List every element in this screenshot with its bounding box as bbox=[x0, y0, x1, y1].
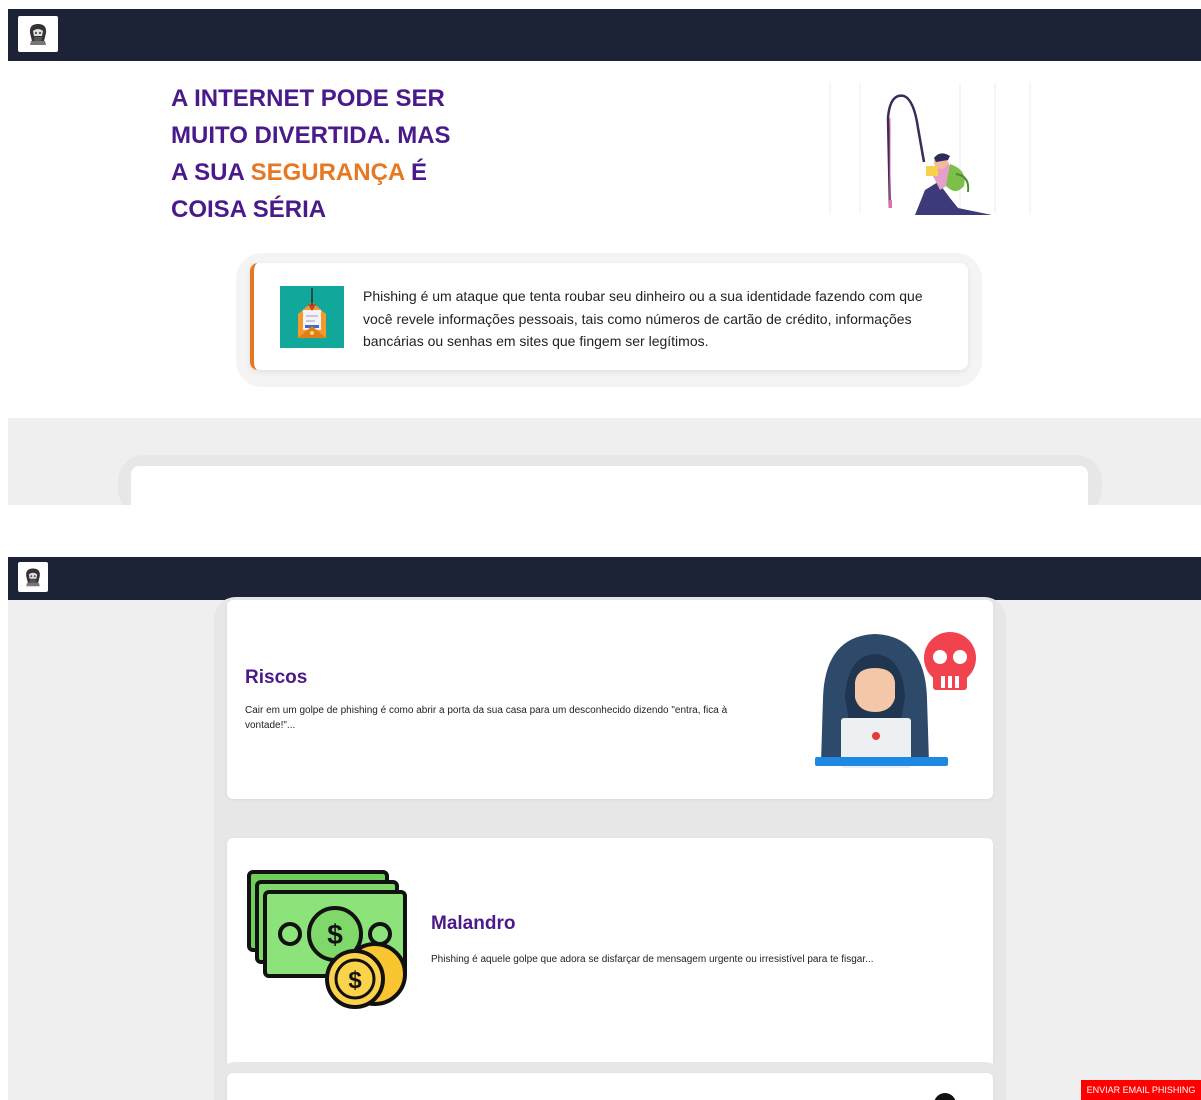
hero-title: A INTERNET PODE SER MUITO DIVERTIDA. MAS… bbox=[171, 85, 451, 223]
card-text: Cair em um golpe de phishing é como abri… bbox=[245, 705, 728, 731]
card-riscos: Riscos Cair em um golpe de phishing é co… bbox=[227, 600, 993, 799]
card-title: Malandro bbox=[431, 913, 516, 934]
hacker-logo-icon bbox=[26, 568, 40, 587]
card-next bbox=[227, 1073, 993, 1100]
send-phishing-email-button[interactable]: ENVIAR EMAIL PHISHING bbox=[1081, 1080, 1201, 1100]
site-logo[interactable] bbox=[18, 562, 48, 592]
hero-title-highlight: SEGURANÇA bbox=[250, 159, 405, 186]
intro-text: Phishing é um ataque que tenta roubar se… bbox=[363, 288, 923, 349]
page-cards-section: Riscos Cair em um golpe de phishing é co… bbox=[0, 557, 1201, 1100]
card-title: Riscos bbox=[245, 667, 308, 688]
hacker-icon bbox=[815, 632, 976, 768]
money-icon: $ $ bbox=[247, 870, 407, 1009]
fishing-person-illustration bbox=[829, 83, 1031, 215]
navbar bbox=[8, 9, 1201, 61]
partial-illustration bbox=[934, 1093, 956, 1100]
content-card bbox=[131, 466, 1088, 505]
card-text: Phishing é aquele golpe que adora se dis… bbox=[431, 954, 874, 965]
navbar bbox=[8, 557, 1201, 600]
phishing-email-icon bbox=[280, 286, 344, 348]
site-logo[interactable] bbox=[18, 16, 58, 52]
svg-text:$: $ bbox=[327, 919, 343, 950]
hacker-logo-icon bbox=[29, 24, 47, 45]
card-malandro: $ $ Malandro Phishing é aquele golpe que… bbox=[227, 838, 993, 1071]
page-top-section: A INTERNET PODE SER MUITO DIVERTIDA. MAS… bbox=[0, 0, 1201, 505]
svg-text:$: $ bbox=[348, 967, 362, 994]
